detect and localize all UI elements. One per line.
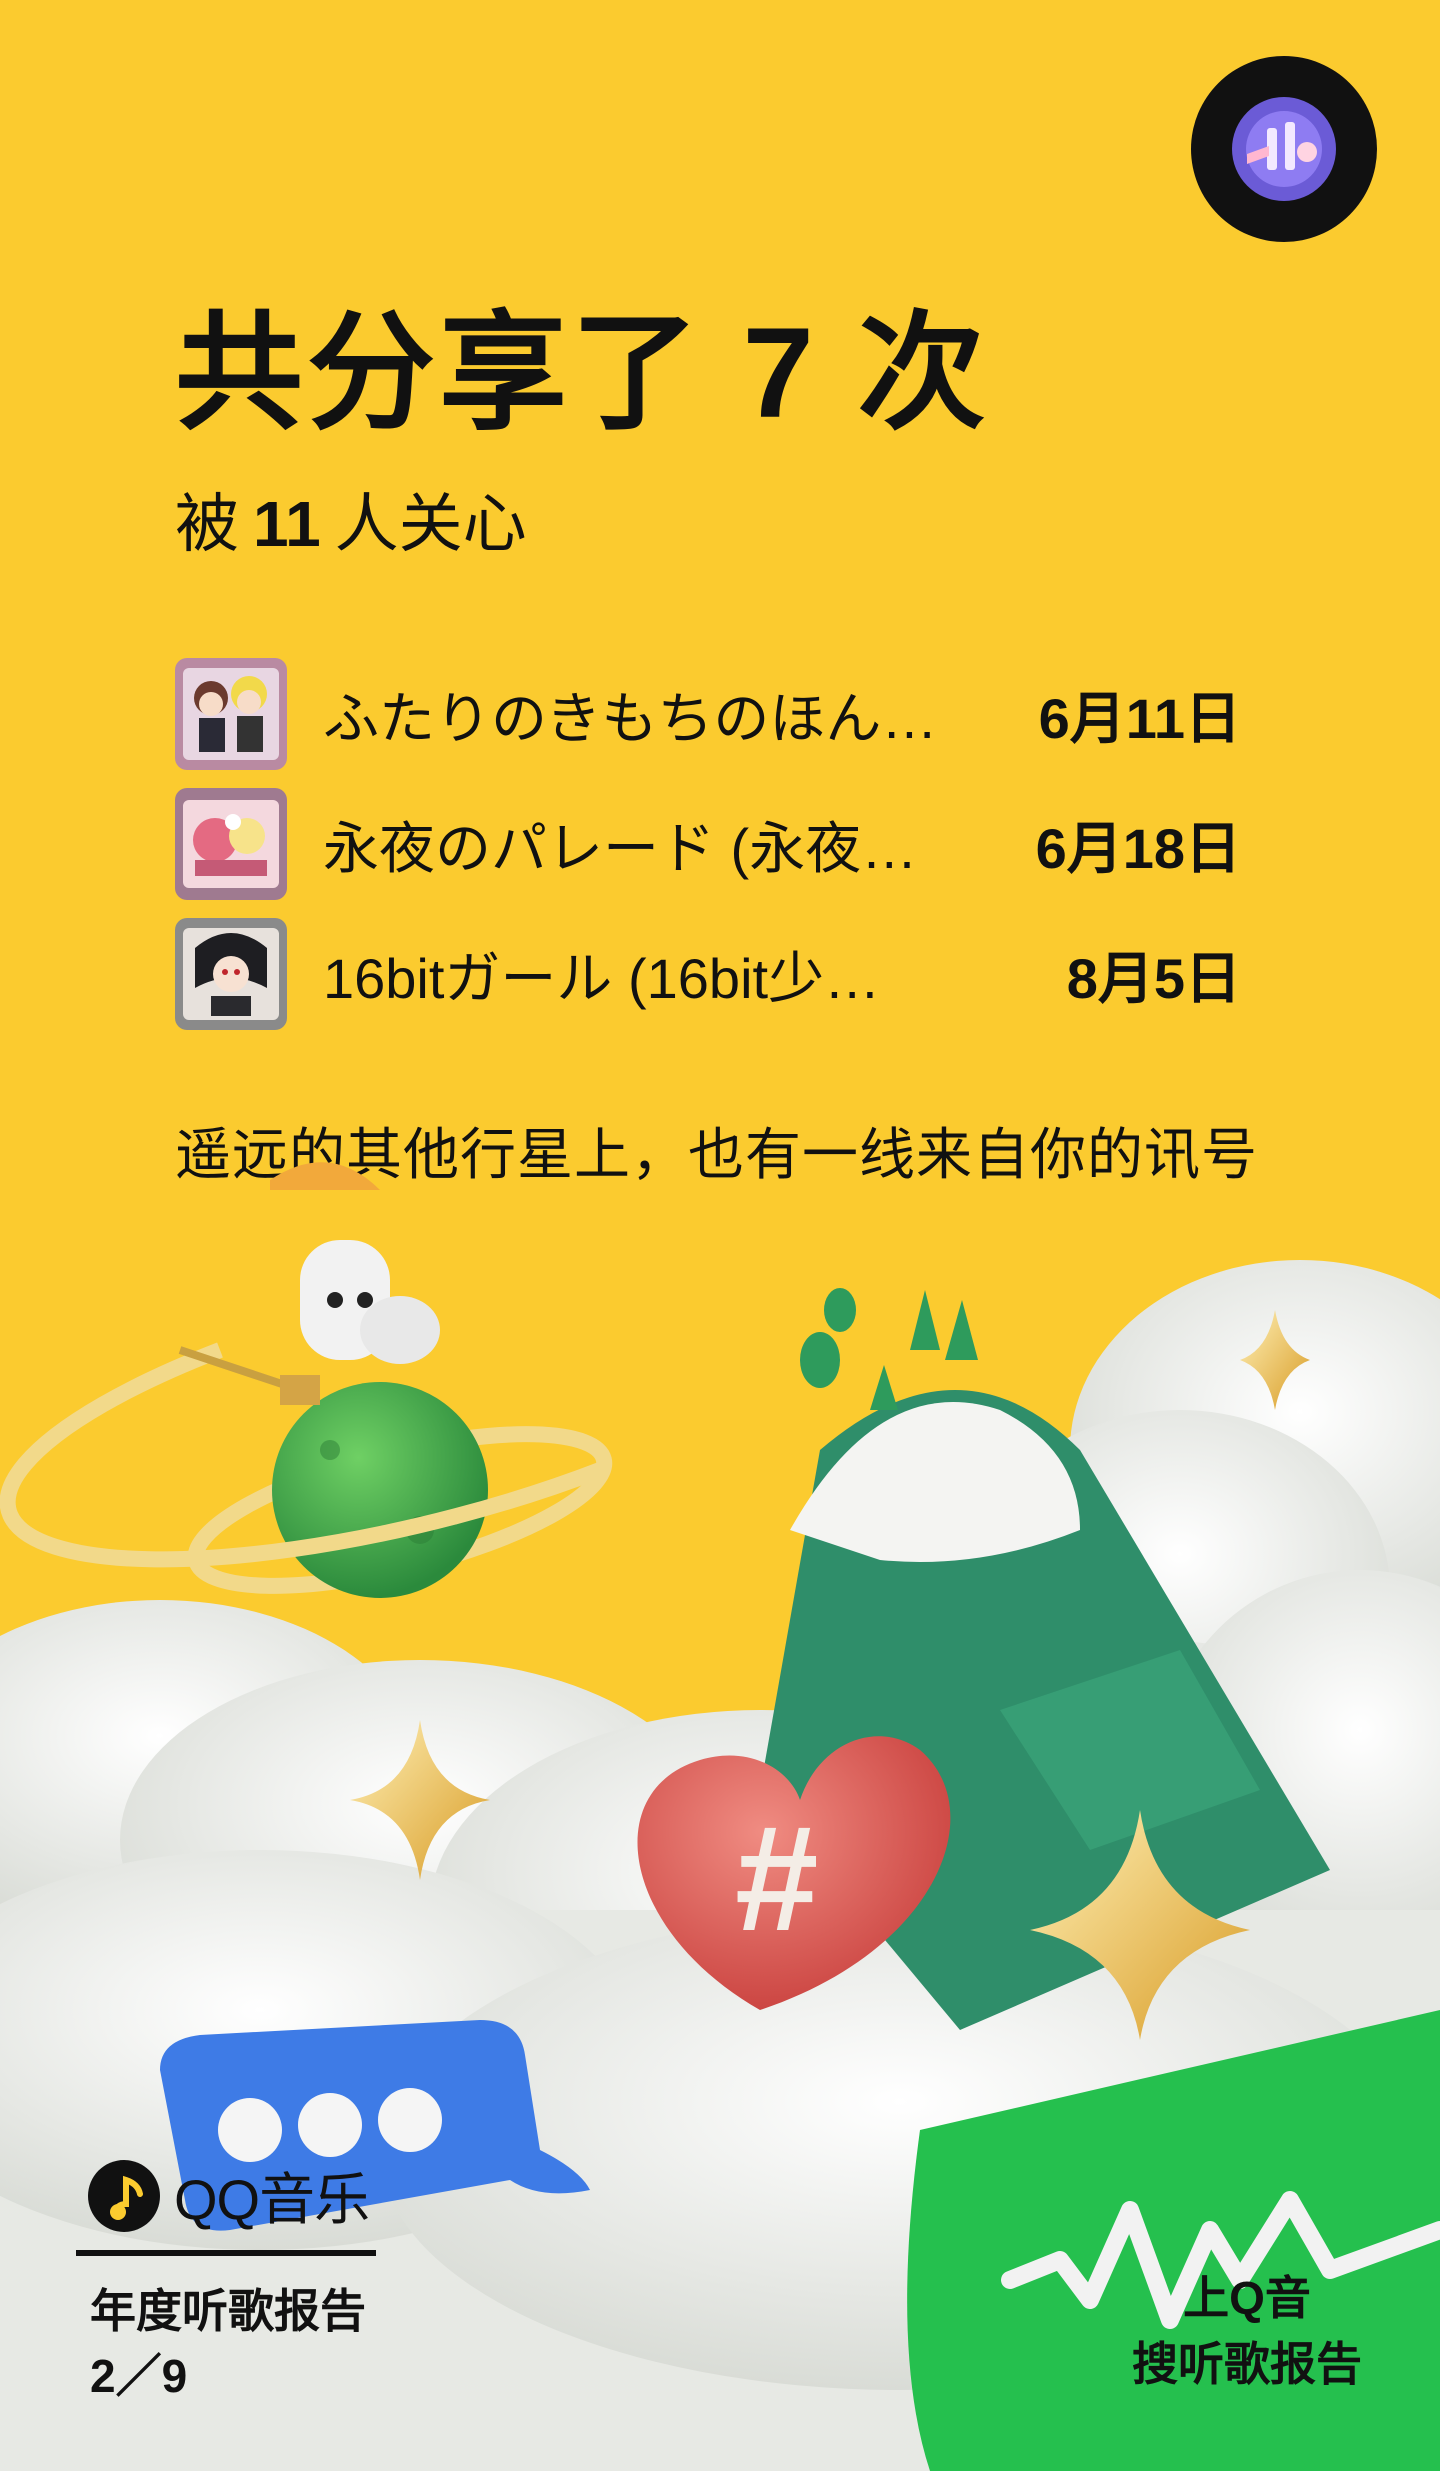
cta-line-1: 上Q音 [1183, 2272, 1311, 2324]
search-report-cta[interactable]: 上Q音 搜听歌报告 [1132, 2265, 1362, 2397]
page-indicator: 2／9 [90, 2350, 188, 2402]
list-item[interactable]: 永夜のパレード (永夜… 6月18日 [175, 786, 1241, 902]
subtitle: 被 11 人关心 [175, 492, 527, 556]
share-date: 6月18日 [1035, 816, 1241, 880]
page-title: 共分享了 7 次 [175, 302, 990, 445]
list-item[interactable]: 16bitガール (16bit少… 8月5日 [175, 916, 1241, 1032]
report-page: 共分享了 7 次 被 11 人关心 ふたりのきもちのほん… 6月11日 永夜のパ… [0, 0, 1440, 2471]
subtitle-suffix: 人关心 [334, 488, 527, 560]
album-cover-parade [175, 788, 287, 900]
divider [76, 2250, 376, 2256]
share-date: 6月11日 [1038, 686, 1241, 750]
brand-name: QQ音乐 [174, 2168, 370, 2231]
song-title: 永夜のパレード (永夜… [323, 816, 918, 880]
brand-logo: QQ音乐 [86, 2155, 370, 2236]
shared-song-list: ふたりのきもちのほん… 6月11日 永夜のパレード (永夜… 6月18日 16b… [175, 656, 1241, 1046]
album-cover-16bit-girl [175, 918, 287, 1030]
qq-music-logo-icon [88, 2159, 160, 2232]
svg-text:#: # [735, 1794, 818, 1962]
song-title: ふたりのきもちのほん… [323, 686, 938, 750]
planet-icon [0, 1162, 613, 1598]
listener-count: 11 [253, 488, 321, 560]
avatar-icon [1232, 97, 1336, 201]
album-cover-anime-duo [175, 658, 287, 770]
share-date: 8月5日 [1066, 946, 1241, 1010]
song-title: 16bitガール (16bit少… [323, 946, 881, 1010]
avatar[interactable] [1191, 56, 1377, 242]
list-item[interactable]: ふたりのきもちのほん… 6月11日 [175, 656, 1241, 772]
cta-line-2: 搜听歌报告 [1132, 2338, 1362, 2390]
report-label: 年度听歌报告 [90, 2285, 366, 2337]
subtitle-prefix: 被 [175, 488, 239, 560]
